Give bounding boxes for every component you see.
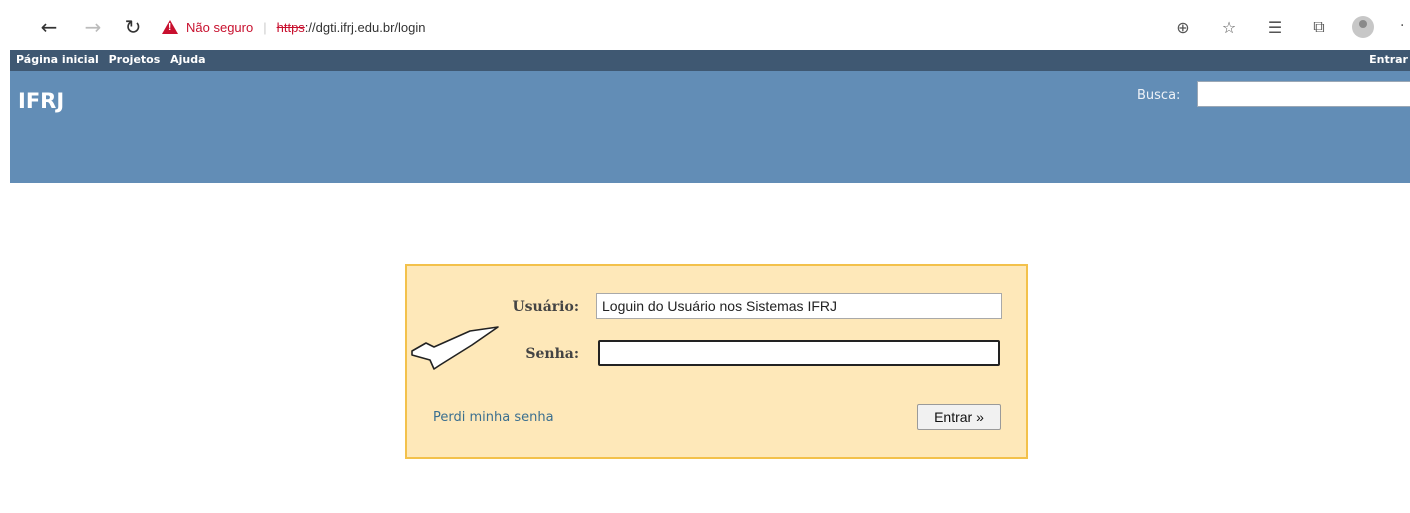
login-submit-button[interactable]: Entrar » bbox=[917, 404, 1001, 430]
password-input[interactable] bbox=[598, 340, 1000, 366]
back-arrow-icon[interactable]: ← bbox=[36, 14, 62, 40]
url-path: ://dgti.ifrj.edu.br/login bbox=[304, 19, 426, 35]
favorites-icon[interactable]: ☰ bbox=[1264, 16, 1286, 38]
user-input[interactable]: Loguin do Usuário nos Sistemas IFRJ bbox=[596, 293, 1002, 319]
zoom-icon[interactable]: ⊕ bbox=[1172, 16, 1194, 38]
not-secure-label[interactable]: Não seguro bbox=[186, 20, 253, 35]
site-header: IFRJ Busca: bbox=[10, 71, 1410, 183]
search-input[interactable] bbox=[1197, 81, 1410, 107]
browser-toolbar: ← → ↻ Não seguro | https ://dgti.ifrj.ed… bbox=[10, 6, 1410, 48]
menu-item-home[interactable]: Página inicial bbox=[16, 53, 99, 66]
user-label: Usuário: bbox=[512, 299, 579, 315]
top-menu: Página inicial Projetos Ajuda Entrar bbox=[10, 50, 1410, 71]
pointer-arrow-icon bbox=[411, 326, 499, 370]
login-link[interactable]: Entrar bbox=[1369, 53, 1408, 66]
favorite-add-icon[interactable]: ☆ bbox=[1218, 16, 1240, 38]
menu-item-projects[interactable]: Projetos bbox=[109, 53, 161, 66]
profile-icon[interactable] bbox=[1352, 16, 1374, 38]
address-separator: | bbox=[263, 19, 267, 35]
lost-password-link[interactable]: Perdi minha senha bbox=[433, 410, 554, 425]
site-title[interactable]: IFRJ bbox=[18, 89, 64, 113]
menu-item-help[interactable]: Ajuda bbox=[170, 53, 205, 66]
url-scheme: https bbox=[276, 19, 305, 35]
forward-arrow-icon[interactable]: → bbox=[80, 14, 106, 40]
address-bar[interactable]: Não seguro | https ://dgti.ifrj.edu.br/l… bbox=[162, 10, 1162, 44]
more-icon[interactable]: · bbox=[1400, 18, 1404, 34]
warning-icon bbox=[162, 20, 178, 34]
collections-icon[interactable]: ⧉ bbox=[1308, 16, 1330, 38]
search-label: Busca: bbox=[1137, 88, 1181, 103]
refresh-icon[interactable]: ↻ bbox=[120, 14, 146, 40]
